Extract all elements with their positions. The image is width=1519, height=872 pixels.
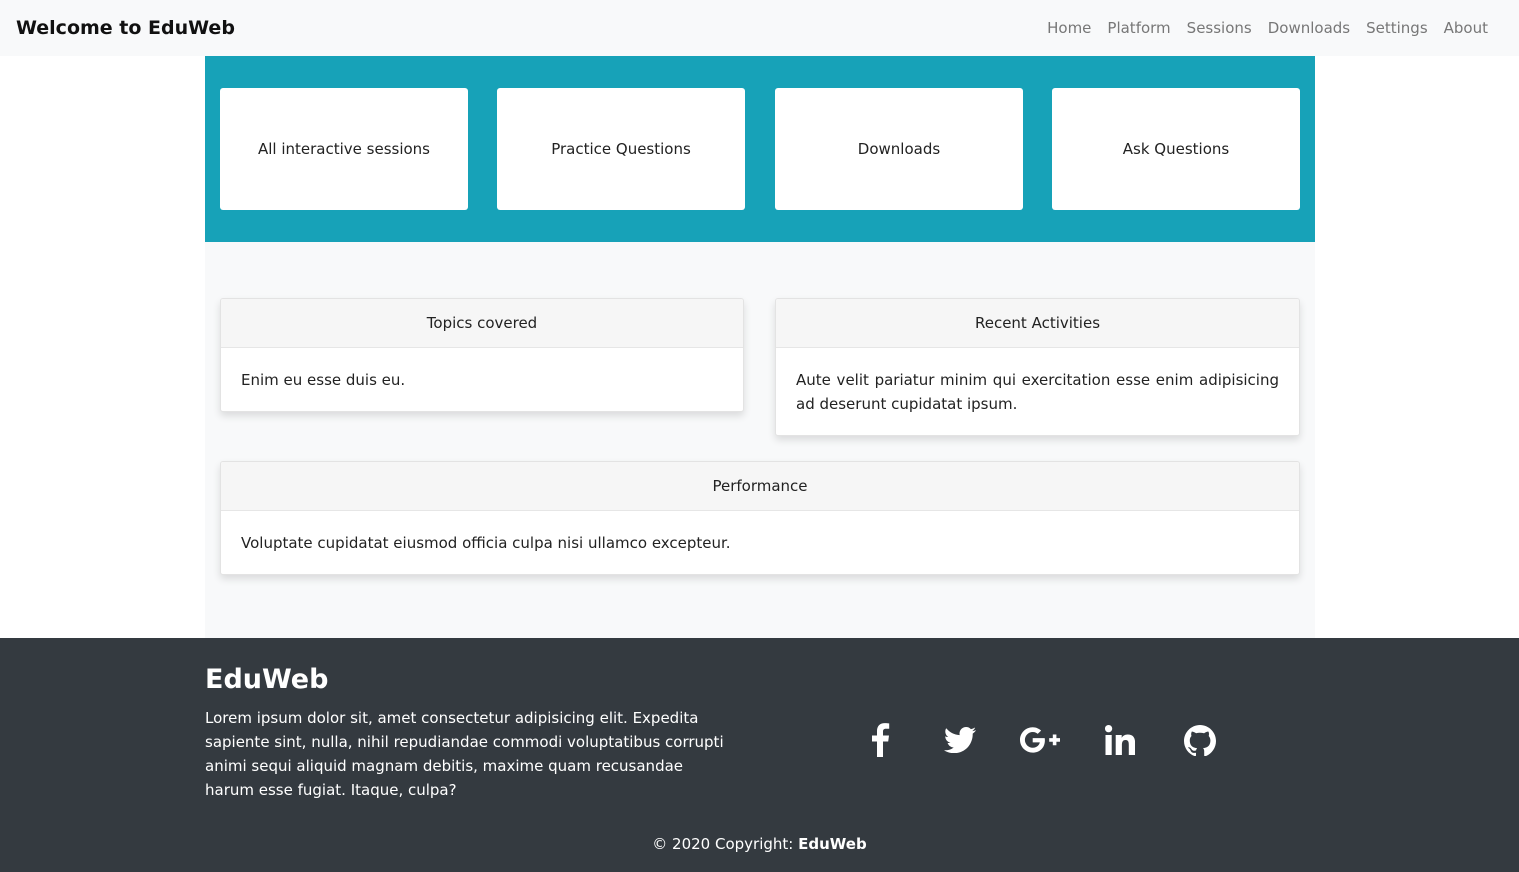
navbar-brand[interactable]: Welcome to EduWeb <box>16 17 235 39</box>
card-body: Aute velit pariatur minim qui exercitati… <box>796 371 1279 413</box>
twitter-icon[interactable] <box>920 720 1000 760</box>
card-header: Topics covered <box>221 299 743 348</box>
card-performance: Performance Voluptate cupidatat eiusmod … <box>220 461 1300 575</box>
google-plus-icon[interactable] <box>1000 720 1080 760</box>
card-body: Voluptate cupidatat eiusmod officia culp… <box>241 534 731 552</box>
footer: EduWeb Lorem ipsum dolor sit, amet conse… <box>0 638 1519 872</box>
dashboard-content: Topics covered Enim eu esse duis eu. Rec… <box>205 242 1315 638</box>
feature-banner: All interactive sessions Practice Questi… <box>205 56 1315 242</box>
copyright: © 2020 Copyright: EduWeb <box>0 835 1519 853</box>
nav-link-about[interactable]: About <box>1436 19 1496 37</box>
footer-description: Lorem ipsum dolor sit, amet consectetur … <box>205 709 724 799</box>
nav-link-downloads[interactable]: Downloads <box>1260 19 1358 37</box>
nav-link-settings[interactable]: Settings <box>1358 19 1436 37</box>
copyright-brand[interactable]: EduWeb <box>798 835 867 853</box>
facebook-icon[interactable] <box>840 720 920 760</box>
copyright-text: © 2020 Copyright: <box>652 835 799 853</box>
tile-downloads[interactable]: Downloads <box>775 88 1023 210</box>
navbar: Welcome to EduWeb Home Platform Sessions… <box>0 0 1519 56</box>
card-recent-activities: Recent Activities Aute velit pariatur mi… <box>775 298 1300 436</box>
card-header: Recent Activities <box>776 299 1299 348</box>
nav-link-sessions[interactable]: Sessions <box>1179 19 1260 37</box>
card-header: Performance <box>221 462 1299 511</box>
github-icon[interactable] <box>1160 720 1240 760</box>
card-topics-covered: Topics covered Enim eu esse duis eu. <box>220 298 744 412</box>
linkedin-icon[interactable] <box>1080 720 1160 760</box>
card-body: Enim eu esse duis eu. <box>241 371 406 389</box>
tile-all-interactive-sessions[interactable]: All interactive sessions <box>220 88 468 210</box>
social-links <box>840 720 1240 760</box>
nav-links: Home Platform Sessions Downloads Setting… <box>1039 19 1496 37</box>
nav-link-home[interactable]: Home <box>1039 19 1099 37</box>
footer-title: EduWeb <box>205 664 329 695</box>
tile-ask-questions[interactable]: Ask Questions <box>1052 88 1300 210</box>
tile-practice-questions[interactable]: Practice Questions <box>497 88 745 210</box>
nav-link-platform[interactable]: Platform <box>1099 19 1178 37</box>
